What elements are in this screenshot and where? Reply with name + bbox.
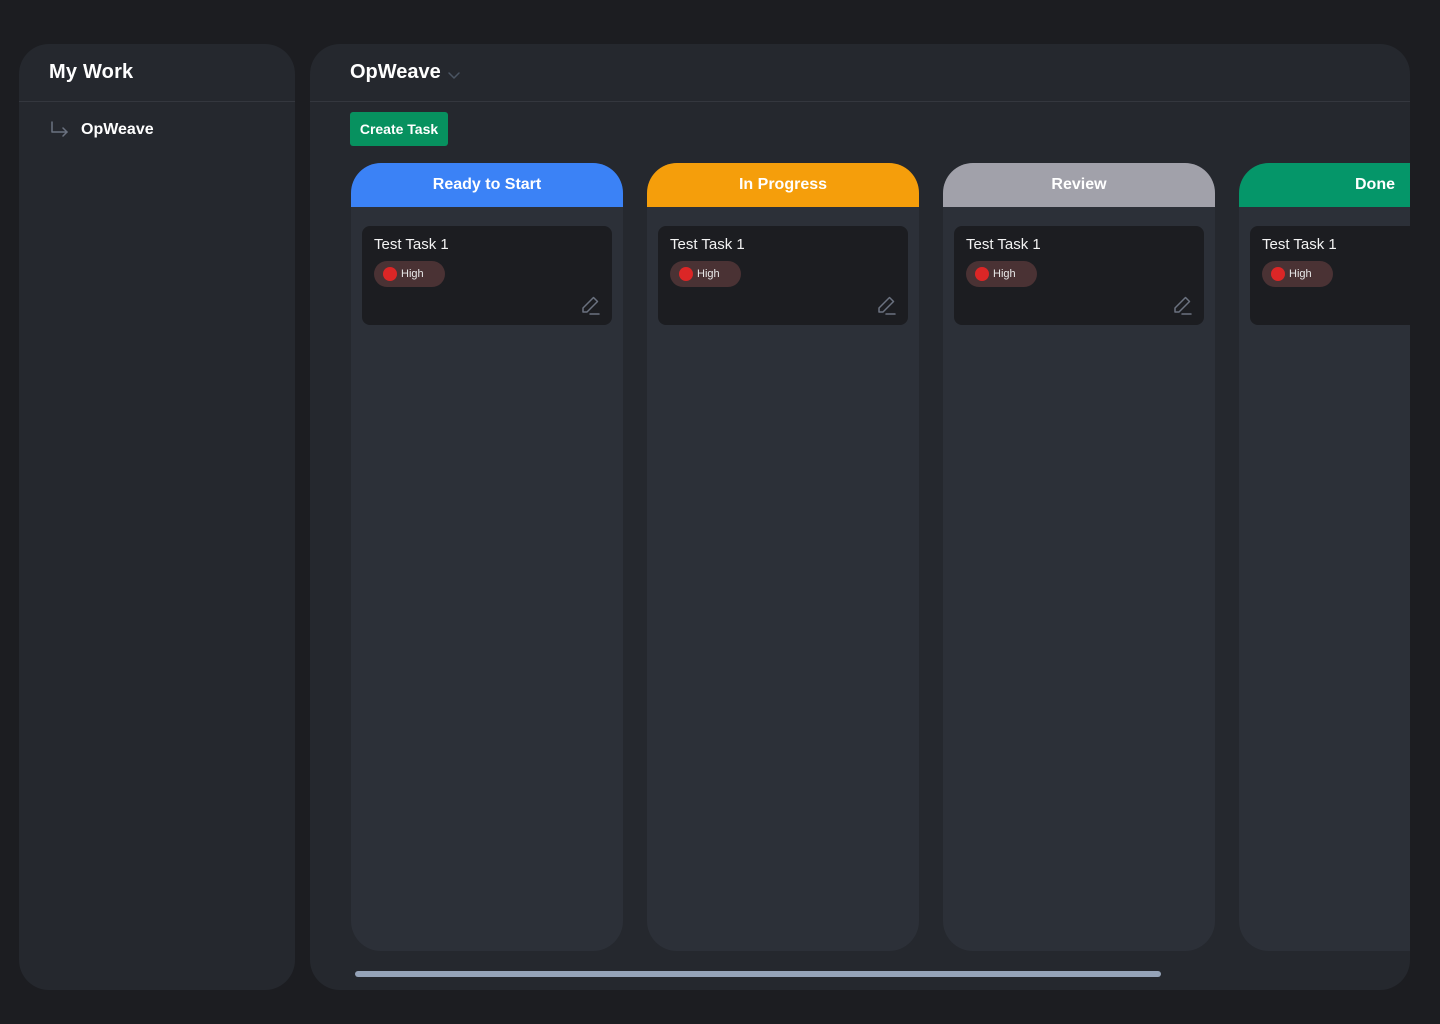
task-card[interactable]: Test Task 1 High xyxy=(954,226,1204,325)
main-panel: OpWeave Create Task Ready to Start Test … xyxy=(310,44,1410,990)
task-title: Test Task 1 xyxy=(1262,236,1337,253)
arrow-turn-down-right-icon xyxy=(49,119,71,141)
priority-label: High xyxy=(993,268,1016,280)
column-header: Ready to Start xyxy=(351,163,623,207)
priority-badge: High xyxy=(1262,261,1333,287)
column-review: Review Test Task 1 High xyxy=(943,163,1215,951)
edit-pencil-icon[interactable] xyxy=(579,294,601,316)
task-card[interactable]: Test Task 1 High xyxy=(1250,226,1410,325)
kanban-board: Ready to Start Test Task 1 High In Progr… xyxy=(351,163,1410,951)
priority-badge: High xyxy=(374,261,445,287)
main-header: OpWeave xyxy=(310,44,1410,102)
sidebar-item-label: OpWeave xyxy=(81,121,154,138)
priority-label: High xyxy=(1289,268,1312,280)
priority-dot-icon xyxy=(975,267,989,281)
edit-pencil-icon[interactable] xyxy=(1171,294,1193,316)
sidebar-item-opweave[interactable]: OpWeave xyxy=(19,112,295,148)
column-in-progress: In Progress Test Task 1 High xyxy=(647,163,919,951)
sidebar: My Work OpWeave xyxy=(19,44,295,990)
horizontal-scrollbar[interactable] xyxy=(355,971,1161,977)
priority-badge: High xyxy=(670,261,741,287)
chevron-down-icon[interactable] xyxy=(447,68,461,82)
priority-label: High xyxy=(401,268,424,280)
sidebar-header: My Work xyxy=(19,44,295,102)
edit-pencil-icon[interactable] xyxy=(875,294,897,316)
column-header: Review xyxy=(943,163,1215,207)
sidebar-title: My Work xyxy=(49,61,134,83)
column-header: In Progress xyxy=(647,163,919,207)
priority-label: High xyxy=(697,268,720,280)
priority-dot-icon xyxy=(383,267,397,281)
column-done: Done Test Task 1 High xyxy=(1239,163,1410,951)
task-card[interactable]: Test Task 1 High xyxy=(658,226,908,325)
task-title: Test Task 1 xyxy=(670,236,745,253)
task-card[interactable]: Test Task 1 High xyxy=(362,226,612,325)
create-task-button[interactable]: Create Task xyxy=(350,112,448,146)
column-header: Done xyxy=(1239,163,1410,207)
project-title: OpWeave xyxy=(350,61,441,83)
column-ready-to-start: Ready to Start Test Task 1 High xyxy=(351,163,623,951)
priority-dot-icon xyxy=(679,267,693,281)
task-title: Test Task 1 xyxy=(966,236,1041,253)
priority-dot-icon xyxy=(1271,267,1285,281)
task-title: Test Task 1 xyxy=(374,236,449,253)
priority-badge: High xyxy=(966,261,1037,287)
